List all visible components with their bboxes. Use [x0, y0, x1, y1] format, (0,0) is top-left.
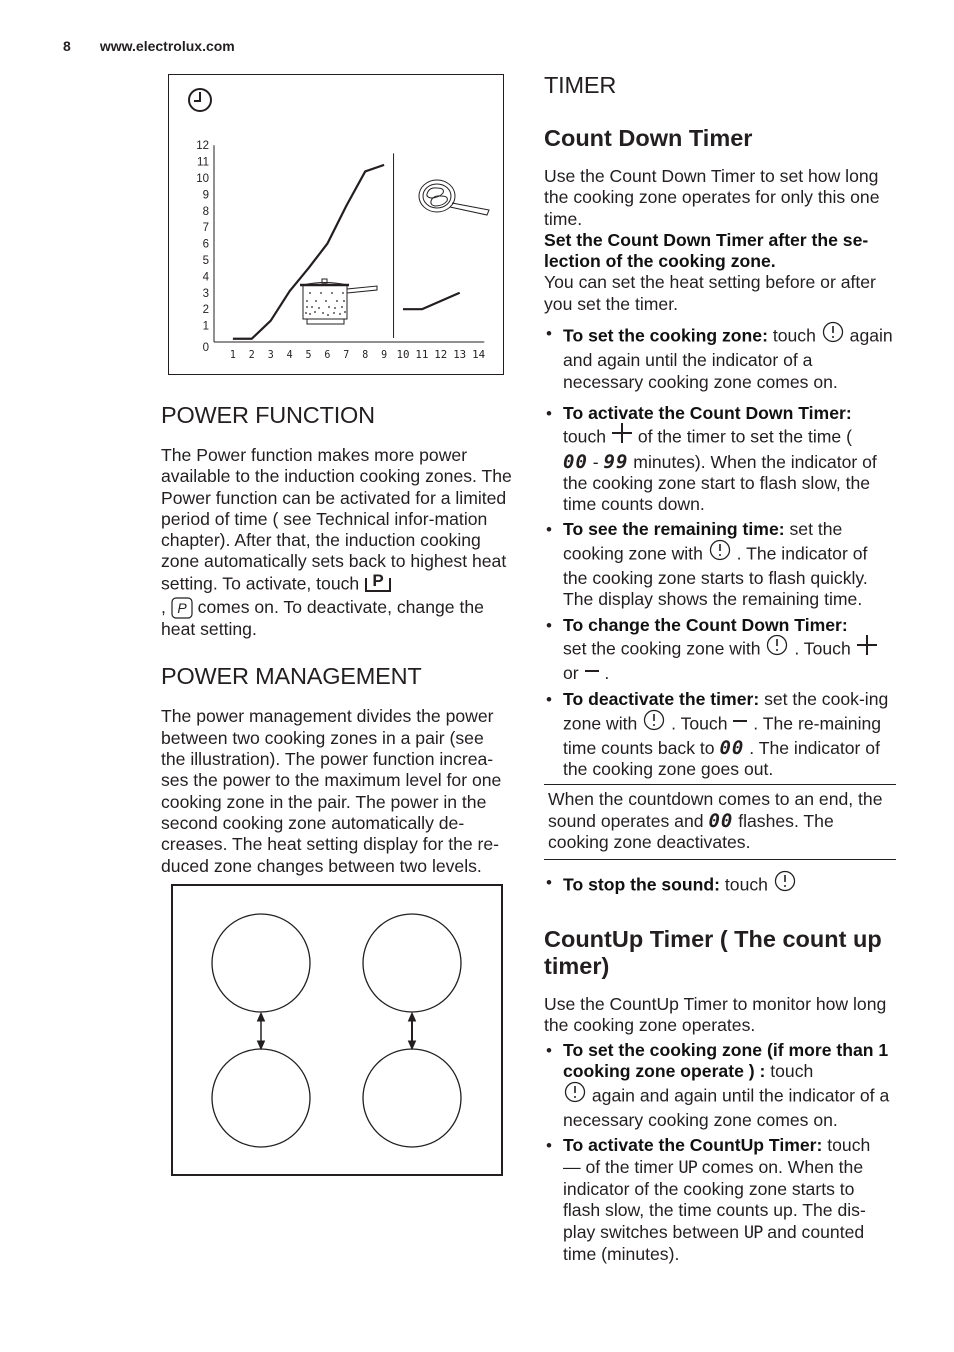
cooking-zone-front-right: [362, 913, 462, 1013]
x-tick-label: 10: [397, 348, 410, 361]
count-down-bold-note: Set the Count Down Timer after the se-le…: [544, 229, 869, 272]
frying-pan-icon: [418, 179, 490, 216]
y-tick-label: 0: [203, 342, 209, 354]
y-tick-label: 1: [203, 321, 209, 333]
timer-heading: TIMER: [544, 72, 617, 98]
power-touch-icon: P: [364, 570, 392, 594]
power-display-label: P: [177, 600, 187, 616]
power-touch-label: P: [372, 571, 383, 590]
x-tick-label: 3: [268, 348, 274, 361]
timer-zone-icon: [774, 870, 796, 897]
page-number: 8: [63, 38, 71, 54]
timer-zone-icon: [564, 1081, 586, 1108]
plus-icon: [856, 634, 878, 661]
series-line-pot-boiling: [232, 163, 385, 340]
timer-section: TIMER Count Down Timer Use the Count Dow…: [544, 72, 896, 1265]
y-tick-label: 7: [203, 222, 209, 234]
count-up-steps: • To set the cooking zone (if more than …: [544, 1040, 896, 1265]
x-tick-label: 1: [230, 348, 236, 361]
y-tick-label: 12: [196, 140, 209, 152]
display-00: 00: [563, 450, 588, 473]
countdown-end-note: When the countdown comes to an end, the …: [544, 784, 896, 861]
clock-icon: [188, 88, 212, 112]
timer-zone-icon: [709, 539, 731, 566]
display-up: UP: [743, 1222, 764, 1243]
power-function-text: The Power function makes more power avai…: [161, 445, 512, 640]
series-line-frying-pan: [403, 291, 461, 311]
power-function-heading: POWER FUNCTION: [161, 402, 375, 428]
cooking-zone-rear-right: [362, 1048, 462, 1148]
x-tick-label: 8: [362, 348, 368, 361]
count-down-intro: Use the Count Down Timer to set how long…: [544, 166, 880, 229]
display-up: UP: [678, 1157, 698, 1178]
minus-icon: —: [563, 1156, 581, 1177]
power-management-text: The power management divides the power b…: [161, 706, 502, 876]
y-tick-label: 9: [203, 189, 209, 201]
display-00: 00: [708, 809, 734, 832]
list-item: • To see the remaining time: set the coo…: [546, 519, 868, 610]
y-tick-label: 8: [203, 206, 209, 218]
power-display-icon: P: [171, 597, 193, 619]
x-tick-label: 12: [434, 348, 447, 361]
cooking-zone-front-left: [211, 913, 311, 1013]
x-tick-label: 11: [415, 348, 428, 361]
power-management-heading: POWER MANAGEMENT: [161, 663, 422, 690]
x-tick-label: 9: [381, 348, 387, 361]
list-item: • To set the cooking zone (if more than …: [546, 1040, 890, 1131]
pair-arrow-left-icon: [256, 1011, 266, 1051]
minus-icon: [584, 662, 600, 683]
heat-time-chart: 0 1 2 3 4 5 6 7 8 9 10 11 12 1 2 3 4 5 6 7 8 9 10 11 12 13 14: [168, 74, 504, 375]
list-item: • To activate the CountUp Timer: touch —…: [546, 1135, 871, 1264]
timer-zone-icon: [766, 634, 788, 661]
site-url: www.electrolux.com: [99, 38, 235, 54]
pair-arrow-right-icon: [407, 1011, 417, 1051]
count-down-steps: • To set the cooking zone: touch again a…: [544, 321, 896, 780]
list-item: • To activate the Count Down Timer: touc…: [546, 402, 877, 515]
count-up-intro: Use the CountUp Timer to monitor how lon…: [544, 993, 887, 1035]
cooking-zone-rear-left: [211, 1048, 311, 1148]
y-tick-label: 11: [197, 157, 209, 169]
list-item: • To change the Count Down Timer: set th…: [544, 615, 896, 686]
timer-zone-icon: [822, 321, 844, 348]
stop-sound-step: • To stop the sound: touch: [544, 870, 896, 899]
list-item: • To set the cooking zone: touch again a…: [544, 321, 896, 393]
y-tick-label: 3: [203, 288, 209, 300]
x-tick-label: 6: [324, 348, 330, 361]
list-item: • To stop the sound: touch: [544, 870, 896, 899]
x-tick-label: 13: [453, 348, 466, 361]
y-tick-label: 4: [203, 271, 210, 283]
count-up-heading: CountUp Timer ( The count up timer): [544, 925, 882, 979]
y-tick-label: 10: [196, 173, 209, 185]
display-00: 00: [719, 736, 745, 759]
count-down-after-note: You can set the heat setting before or a…: [544, 272, 876, 314]
timer-zone-icon: [643, 709, 665, 736]
x-tick-label: 4: [287, 348, 293, 361]
page-header: 8 www.electrolux.com: [63, 38, 235, 54]
x-tick-label: 7: [343, 348, 349, 361]
display-99: 99: [603, 450, 629, 473]
cooking-zones-diagram: [171, 884, 503, 1176]
power-function-section: POWER FUNCTION The Power function makes …: [161, 402, 513, 877]
y-tick-label: 6: [203, 239, 209, 251]
y-tick-label: 5: [203, 255, 209, 267]
x-tick-label: 5: [306, 348, 312, 361]
chart-svg: 01234567891011121 2 3 4 5 6 7 8 9 10 11 12 13 14: [188, 88, 490, 361]
x-tick-label: 2: [249, 348, 255, 361]
x-tick-label: 14: [472, 348, 485, 361]
minus-icon: [732, 712, 748, 733]
y-tick-label: 2: [203, 304, 209, 316]
plus-icon: [611, 422, 633, 449]
count-down-heading: Count Down Timer: [544, 125, 753, 151]
list-item: • To deactivate the timer: set the cook-…: [546, 689, 889, 780]
saucepan-icon: [300, 278, 378, 325]
